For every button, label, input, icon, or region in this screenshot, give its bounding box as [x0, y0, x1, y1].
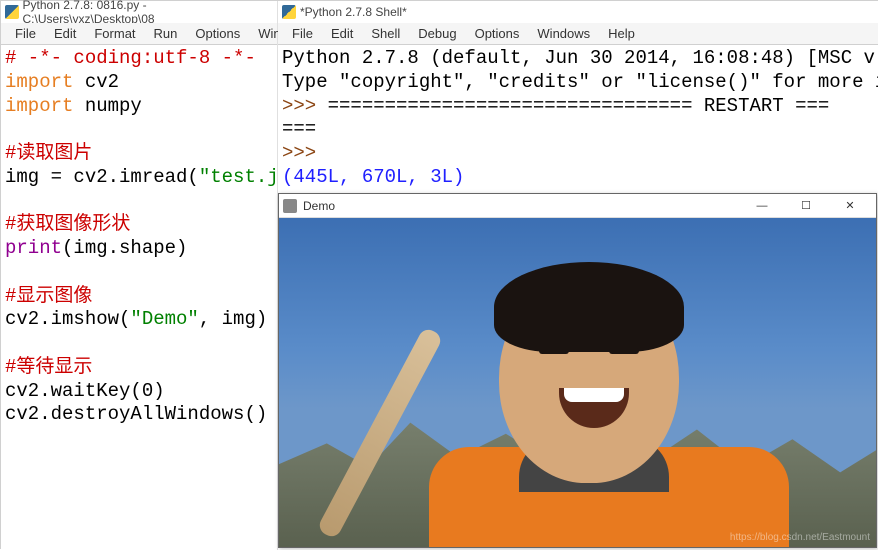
demo-image: https://blog.csdn.net/Eastmount	[279, 218, 876, 547]
menu-help[interactable]: Help	[600, 24, 643, 43]
editor-menubar: File Edit Format Run Options Windows H	[1, 23, 277, 45]
editor-content[interactable]: # -*- coding:utf-8 -*- import cv2 import…	[1, 45, 277, 550]
code-line: print(img.shape)	[5, 237, 273, 261]
code-line: #等待显示	[5, 356, 273, 380]
person-teeth	[564, 388, 624, 402]
person-hair	[494, 262, 684, 352]
menu-format[interactable]: Format	[86, 24, 143, 43]
shell-menubar: File Edit Shell Debug Options Windows He…	[278, 23, 878, 45]
menu-file[interactable]: File	[284, 24, 321, 43]
app-icon	[283, 199, 297, 213]
maximize-button[interactable]: ☐	[784, 195, 828, 217]
menu-debug[interactable]: Debug	[410, 24, 464, 43]
shell-banner: Python 2.7.8 (default, Jun 30 2014, 16:0…	[282, 47, 875, 71]
python-icon	[282, 5, 296, 19]
code-line: import cv2	[5, 71, 273, 95]
watermark: https://blog.csdn.net/Eastmount	[730, 532, 870, 543]
menu-shell[interactable]: Shell	[363, 24, 408, 43]
menu-run[interactable]: Run	[146, 24, 186, 43]
shell-line: ===	[282, 118, 875, 142]
close-button[interactable]: ✕	[828, 195, 872, 217]
code-line: #读取图片	[5, 142, 273, 166]
person-eye	[539, 348, 569, 354]
code-line: #获取图像形状	[5, 213, 273, 237]
code-line: img = cv2.imread("test.jpg",	[5, 166, 273, 190]
code-line: cv2.destroyAllWindows()	[5, 403, 273, 427]
code-blank	[5, 261, 273, 285]
editor-titlebar[interactable]: Python 2.7.8: 0816.py - C:\Users\yxz\Des…	[1, 1, 277, 23]
code-blank	[5, 118, 273, 142]
code-line: import numpy	[5, 95, 273, 119]
minimize-button[interactable]: —	[740, 195, 784, 217]
menu-windows[interactable]: Windows	[529, 24, 598, 43]
demo-title: Demo	[303, 199, 335, 213]
code-line: # -*- coding:utf-8 -*-	[5, 47, 273, 71]
menu-edit[interactable]: Edit	[323, 24, 361, 43]
code-blank	[5, 190, 273, 214]
window-buttons: — ☐ ✕	[740, 195, 872, 217]
shell-title: *Python 2.7.8 Shell*	[300, 5, 407, 19]
menu-options[interactable]: Options	[187, 24, 248, 43]
menu-options[interactable]: Options	[467, 24, 528, 43]
code-blank	[5, 332, 273, 356]
python-icon	[5, 5, 19, 19]
editor-window: Python 2.7.8: 0816.py - C:\Users\yxz\Des…	[1, 1, 278, 550]
code-line: #显示图像	[5, 285, 273, 309]
menu-file[interactable]: File	[7, 24, 44, 43]
shell-line: >>> ================================ RES…	[282, 95, 875, 119]
code-line: cv2.imshow("Demo", img)	[5, 308, 273, 332]
shell-titlebar[interactable]: *Python 2.7.8 Shell*	[278, 1, 878, 23]
menu-edit[interactable]: Edit	[46, 24, 84, 43]
demo-window[interactable]: Demo — ☐ ✕ https://blog.csdn.net/Eastmou…	[278, 193, 877, 548]
shell-banner: Type "copyright", "credits" or "license(…	[282, 71, 875, 95]
shell-prompt: >>>	[282, 142, 875, 166]
demo-titlebar[interactable]: Demo — ☐ ✕	[279, 194, 876, 218]
person-eye	[609, 348, 639, 354]
shell-output: (445L, 670L, 3L)	[282, 166, 875, 190]
code-line: cv2.waitKey(0)	[5, 380, 273, 404]
